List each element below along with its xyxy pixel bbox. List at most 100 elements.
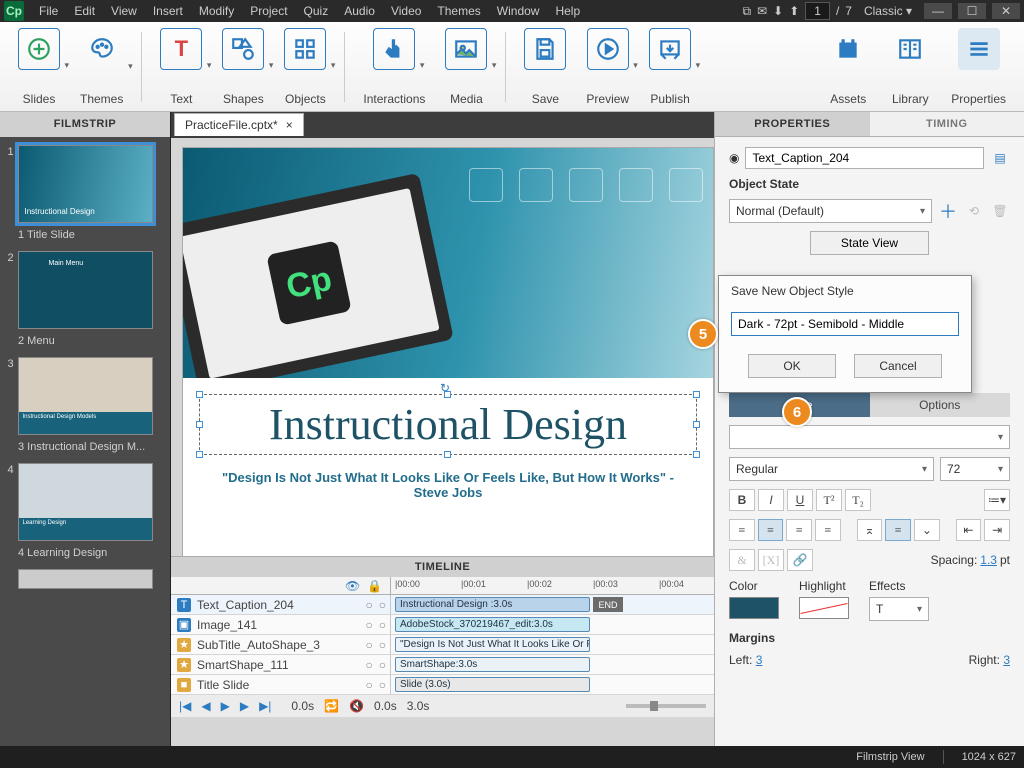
menu-help[interactable]: Help	[548, 2, 587, 20]
tl-mute-icon[interactable]: 🔇	[349, 699, 364, 713]
superscript-button[interactable]: T²	[816, 489, 842, 511]
tl-play-icon[interactable]: ▶	[221, 699, 230, 713]
indent-right-button[interactable]: ⇥	[984, 519, 1010, 541]
lock-icon[interactable]: 🔒	[367, 579, 382, 593]
filmstrip-item[interactable]: 2Main Menu 2 Menu	[8, 251, 162, 347]
menu-file[interactable]: File	[32, 2, 65, 20]
maximize-button[interactable]: ☐	[958, 3, 986, 19]
align-center-button[interactable]: ≡	[758, 519, 784, 541]
slide-stage[interactable]: Cp ↻ Instructional Design "Design Is Not…	[183, 148, 713, 558]
font-color-swatch[interactable]	[729, 597, 779, 619]
interactions-button[interactable]	[373, 28, 415, 70]
panel-menu-icon[interactable]: ▤	[990, 148, 1010, 168]
cancel-button[interactable]: Cancel	[854, 354, 942, 378]
publish-button[interactable]	[649, 28, 691, 70]
subtab-options[interactable]: Options	[870, 393, 1011, 417]
themes-button[interactable]	[81, 28, 123, 70]
state-view-button[interactable]: State View	[810, 231, 929, 255]
share-icon[interactable]: ⧉	[742, 4, 751, 19]
assets-button[interactable]	[827, 28, 869, 70]
tab-timing[interactable]: TIMING	[870, 112, 1024, 137]
menu-edit[interactable]: Edit	[67, 2, 102, 20]
menu-project[interactable]: Project	[243, 2, 294, 20]
margin-right-value[interactable]: 3	[1003, 653, 1010, 667]
ok-button[interactable]: OK	[748, 354, 836, 378]
align-justify-button[interactable]: ≡	[815, 519, 841, 541]
save-button[interactable]	[524, 28, 566, 70]
menu-view[interactable]: View	[104, 2, 144, 20]
tl-zoom-slider[interactable]	[626, 704, 706, 708]
bold-button[interactable]: B	[729, 489, 755, 511]
margin-left-value[interactable]: 3	[756, 653, 763, 667]
insert-link-button[interactable]: 🔗	[787, 549, 813, 571]
workspace-dropdown[interactable]: Classic ▾	[858, 4, 918, 18]
timeline-row[interactable]: ★SmartShape_111○○SmartShape:3.0s	[171, 655, 714, 675]
menu-window[interactable]: Window	[490, 2, 547, 20]
current-page[interactable]: 1	[805, 2, 830, 20]
timeline-row[interactable]: ▣Image_141○○AdobeStock_370219467_edit:3.…	[171, 615, 714, 635]
bullets-button[interactable]: ≔▾	[984, 489, 1010, 511]
menu-video[interactable]: Video	[384, 2, 428, 20]
reset-state-icon[interactable]: ⟲	[964, 201, 984, 221]
tl-next-icon[interactable]: ▶	[240, 699, 249, 713]
text-button[interactable]: T	[160, 28, 202, 70]
properties-button[interactable]	[958, 28, 1000, 70]
object-name-input[interactable]	[745, 147, 984, 169]
timeline-row[interactable]: ■Title Slide○○Slide (3.0s)	[171, 675, 714, 695]
tab-properties[interactable]: PROPERTIES	[715, 112, 870, 137]
font-size-input[interactable]: 72	[940, 457, 1010, 481]
subscript-button[interactable]: T₂	[845, 489, 871, 511]
timeline-row[interactable]: ★SubTitle_AutoShape_3○○"Design Is Not Ju…	[171, 635, 714, 655]
align-right-button[interactable]: ≡	[786, 519, 812, 541]
italic-button[interactable]: I	[758, 489, 784, 511]
filmstrip-item[interactable]: 1Instructional Design 1 Title Slide	[8, 145, 162, 241]
download-icon[interactable]: ⬇	[773, 4, 783, 18]
state-dropdown[interactable]: Normal (Default)	[729, 199, 932, 223]
upload-icon[interactable]: ⬆	[789, 4, 799, 18]
close-button[interactable]: ✕	[992, 3, 1020, 19]
font-family-dropdown[interactable]	[729, 425, 1010, 449]
tl-start-icon[interactable]: |◀	[179, 699, 191, 713]
minimize-button[interactable]: —	[924, 3, 952, 19]
slides-button[interactable]	[18, 28, 60, 70]
visibility-toggle-icon[interactable]: ◉	[729, 151, 739, 165]
indent-left-button[interactable]: ⇤	[956, 519, 982, 541]
doc-tab[interactable]: PracticeFile.cptx*×	[174, 113, 304, 136]
objects-button[interactable]	[284, 28, 326, 70]
shapes-button[interactable]	[222, 28, 264, 70]
save-object-style-dialog: Save New Object Style OK Cancel	[718, 275, 972, 393]
insert-symbol-button[interactable]: &	[729, 549, 755, 571]
style-name-input[interactable]	[731, 312, 959, 336]
underline-button[interactable]: U	[787, 489, 813, 511]
effects-dropdown[interactable]: T	[869, 597, 929, 621]
spacing-value[interactable]: 1.3	[980, 553, 997, 567]
menu-quiz[interactable]: Quiz	[297, 2, 336, 20]
tl-loop-icon[interactable]: 🔁	[324, 699, 339, 713]
highlight-swatch[interactable]	[799, 597, 849, 619]
menu-insert[interactable]: Insert	[146, 2, 190, 20]
library-button[interactable]	[889, 28, 931, 70]
insert-variable-button[interactable]: [X]	[758, 549, 784, 571]
menu-themes[interactable]: Themes	[430, 2, 487, 20]
delete-state-icon[interactable]: 🗑	[990, 201, 1010, 221]
font-style-dropdown[interactable]: Regular	[729, 457, 934, 481]
filmstrip-item[interactable]	[8, 569, 162, 589]
selected-text-caption[interactable]: Instructional Design	[199, 394, 697, 455]
media-button[interactable]	[445, 28, 487, 70]
valign-bottom-button[interactable]: ⌄	[914, 519, 940, 541]
close-tab-icon[interactable]: ×	[286, 118, 293, 132]
valign-middle-button[interactable]: ≡	[885, 519, 911, 541]
tl-prev-icon[interactable]: ◀	[201, 699, 210, 713]
tl-end-icon[interactable]: ▶|	[259, 699, 271, 713]
mail-icon[interactable]: ✉	[757, 4, 767, 18]
visibility-icon[interactable]: 👁	[345, 579, 359, 593]
timeline-row[interactable]: TText_Caption_204○○Instructional Design …	[171, 595, 714, 615]
filmstrip-item[interactable]: 4Learning Design 4 Learning Design	[8, 463, 162, 559]
preview-button[interactable]	[587, 28, 629, 70]
filmstrip-item[interactable]: 3Instructional Design Models 3 Instructi…	[8, 357, 162, 453]
valign-top-button[interactable]: ⌅	[857, 519, 883, 541]
align-left-button[interactable]: ≡	[729, 519, 755, 541]
add-state-icon[interactable]: ＋	[938, 201, 958, 221]
menu-audio[interactable]: Audio	[337, 2, 382, 20]
menu-modify[interactable]: Modify	[192, 2, 241, 20]
